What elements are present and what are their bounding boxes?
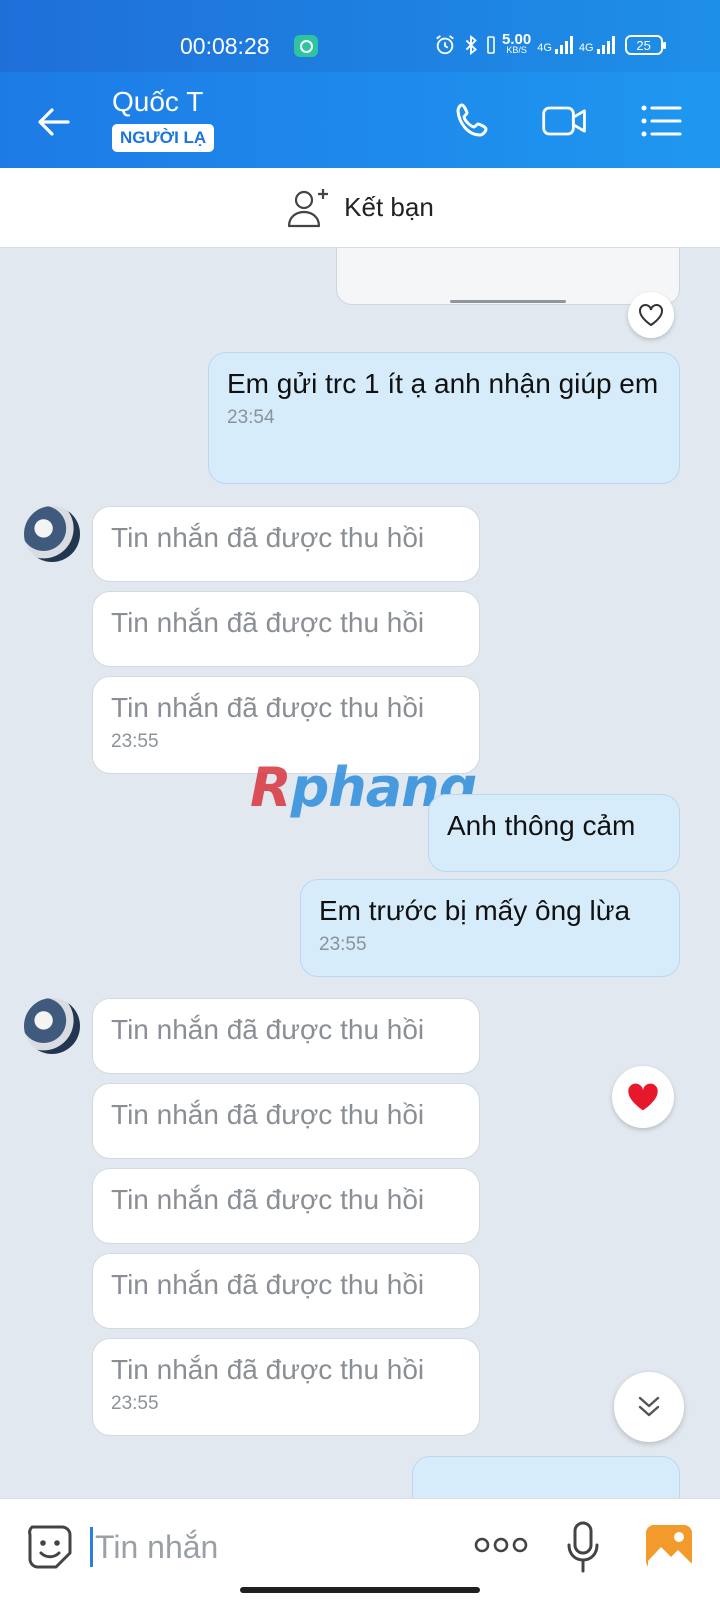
network-type-2: 4G <box>578 42 594 54</box>
status-time: 00:08:28 <box>180 33 270 59</box>
recalled-text: Tin nhắn đã được thu hồi <box>111 1014 425 1045</box>
add-user-icon <box>288 188 329 227</box>
more-options-icon[interactable] <box>474 1535 528 1555</box>
recalled-text: Tin nhắn đã được thu hồi <box>111 692 425 723</box>
message-time: 23:55 <box>319 934 367 955</box>
recalled-text: Tin nhắn đã được thu hồi <box>111 607 425 638</box>
message-bubble-outgoing[interactable]: Em trước bị mấy ông lừa 23:55 <box>300 879 680 977</box>
status-icons: 5.00 KB/S 4G 4G 25 <box>434 30 666 60</box>
message-bubble-outgoing[interactable]: Em gửi trc 1 ít ạ anh nhận giúp em 23:54 <box>208 352 680 484</box>
scroll-to-bottom-button[interactable] <box>614 1372 684 1442</box>
message-bubble-recalled[interactable]: Tin nhắn đã được thu hồi 23:55 <box>92 1338 480 1436</box>
message-text: Em gửi trc 1 ít ạ anh nhận giúp em <box>227 368 659 399</box>
recalled-text: Tin nhắn đã được thu hồi <box>111 1184 425 1215</box>
home-indicator[interactable] <box>240 1587 480 1593</box>
vibrate-icon <box>487 36 495 54</box>
message-input-placeholder: Tin nhắn <box>95 1528 219 1565</box>
message-bubble-outgoing-partial[interactable] <box>412 1456 680 1498</box>
shared-card-partial[interactable] <box>336 248 680 305</box>
contact-name[interactable]: Quốc T <box>112 86 203 118</box>
message-text: Anh thông cảm <box>447 810 636 841</box>
card-scroll-indicator <box>450 300 566 303</box>
battery-level: 25 <box>636 37 651 53</box>
network-speed-value: 5.00 <box>502 31 532 48</box>
recalled-text: Tin nhắn đã được thu hồi <box>111 1099 425 1130</box>
message-list[interactable]: Em gửi trc 1 ít ạ anh nhận giúp em 23:54… <box>0 248 720 1498</box>
text-caret <box>90 1527 93 1567</box>
menu-list-icon[interactable] <box>636 96 686 146</box>
contact-avatar[interactable] <box>24 506 80 562</box>
bluetooth-icon <box>465 34 477 56</box>
message-text: Em trước bị mấy ông lừa <box>319 895 631 926</box>
react-heart-button[interactable] <box>628 292 674 338</box>
watermark-letter: R <box>250 756 292 819</box>
message-bubble-recalled[interactable]: Tin nhắn đã được thu hồi <box>92 1168 480 1244</box>
message-time: 23:55 <box>111 1393 159 1414</box>
add-friend-label: Kết bạn <box>344 192 434 222</box>
message-bubble-recalled[interactable]: Tin nhắn đã được thu hồi <box>92 1253 480 1329</box>
heart-reaction[interactable] <box>612 1066 674 1128</box>
signal-bars-icon <box>554 36 573 54</box>
network-speed: 5.00 KB/S <box>502 31 532 55</box>
battery-icon: 25 <box>624 35 666 55</box>
add-friend-bar[interactable]: Kết bạn <box>0 168 720 248</box>
message-time: 23:55 <box>111 731 159 752</box>
message-input-bar: Tin nhắn <box>0 1498 720 1600</box>
message-bubble-recalled[interactable]: Tin nhắn đã được thu hồi <box>92 506 480 582</box>
message-bubble-recalled[interactable]: Tin nhắn đã được thu hồi <box>92 998 480 1074</box>
back-arrow-icon[interactable] <box>34 102 74 142</box>
recalled-text: Tin nhắn đã được thu hồi <box>111 1269 425 1300</box>
sticker-icon[interactable] <box>24 1521 76 1573</box>
recalled-text: Tin nhắn đã được thu hồi <box>111 522 425 553</box>
double-chevron-down-icon <box>638 1396 660 1417</box>
message-bubble-recalled[interactable]: Tin nhắn đã được thu hồi <box>92 591 480 667</box>
image-gallery-icon[interactable] <box>644 1523 694 1571</box>
chat-header: Quốc T NGƯỜI LẠ <box>0 72 720 168</box>
heart-filled-icon <box>628 1083 658 1111</box>
notification-app-icon <box>294 35 318 57</box>
network-type-1: 4G <box>537 42 552 54</box>
message-bubble-outgoing[interactable]: Anh thông cảm <box>428 794 680 872</box>
microphone-icon[interactable] <box>566 1519 600 1575</box>
video-call-icon[interactable] <box>540 96 590 146</box>
network-speed-unit: KB/S <box>506 45 527 55</box>
recalled-text: Tin nhắn đã được thu hồi <box>111 1354 425 1385</box>
signal-2: 4G <box>579 36 615 54</box>
status-bar: 00:08:28 5.00 KB/S 4G 4G 25 <box>0 0 720 72</box>
stranger-badge: NGƯỜI LẠ <box>112 124 215 152</box>
phone-call-icon[interactable] <box>448 96 498 146</box>
message-time: 23:54 <box>227 407 275 428</box>
message-input[interactable]: Tin nhắn <box>90 1525 218 1569</box>
contact-avatar[interactable] <box>24 998 80 1054</box>
signal-1: 4G <box>537 36 573 54</box>
heart-outline-icon <box>639 304 663 327</box>
alarm-icon <box>436 35 454 55</box>
message-bubble-recalled[interactable]: Tin nhắn đã được thu hồi <box>92 1083 480 1159</box>
signal-bars-icon <box>596 36 615 54</box>
